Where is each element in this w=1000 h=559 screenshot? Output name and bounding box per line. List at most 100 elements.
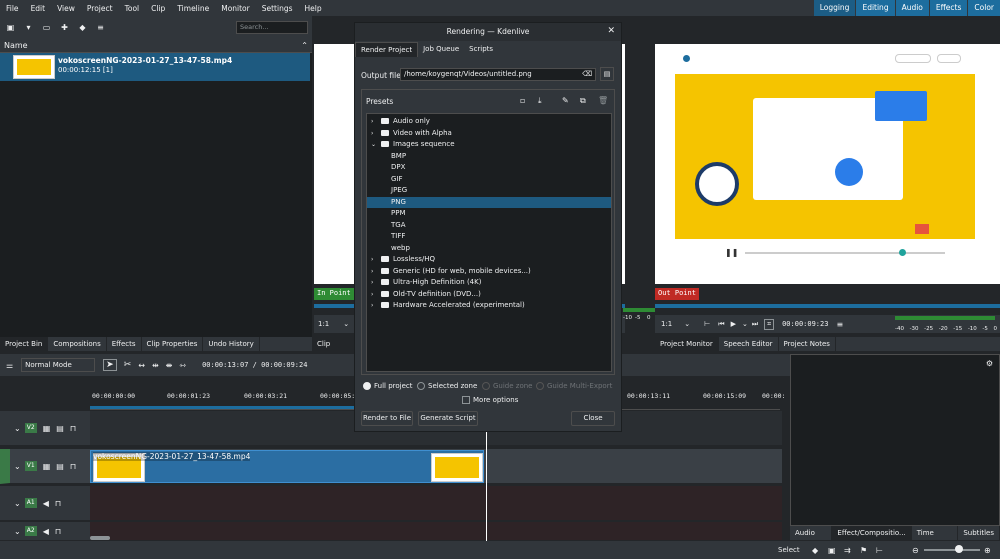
generate-script-button[interactable]: Generate Script [418, 411, 478, 426]
chevron-right-icon[interactable]: › [371, 277, 379, 288]
chevron-right-icon[interactable]: › [371, 128, 379, 139]
preset-item[interactable]: JPEG [367, 185, 611, 196]
spacer-icon[interactable]: ↔ [138, 361, 145, 370]
chevron-right-icon[interactable]: › [371, 289, 379, 300]
menu-help[interactable]: Help [305, 4, 322, 13]
zoom-slider[interactable] [924, 549, 980, 551]
chevron-right-icon[interactable]: › [371, 116, 379, 127]
preset-item[interactable]: DPX [367, 162, 611, 173]
track-a1[interactable] [90, 486, 782, 521]
eye-icon[interactable]: ▦ [43, 462, 51, 471]
film-icon[interactable]: ▤ [56, 424, 64, 433]
preset-folder[interactable]: ⌄ Images sequence [367, 139, 611, 150]
tab-project-monitor[interactable]: Project Monitor [655, 337, 719, 351]
menu-file[interactable]: File [6, 4, 19, 13]
close-icon[interactable]: ✕ [607, 26, 615, 36]
tab-scripts[interactable]: Scripts [464, 42, 498, 57]
preset-folder[interactable]: › Audio only [367, 116, 611, 127]
clip-zoom[interactable]: 1:1 [318, 320, 329, 328]
chevron-down-icon[interactable]: ⌄ [343, 320, 349, 328]
tag-icon[interactable]: ◆ [812, 546, 818, 555]
preset-folder[interactable]: › Ultra-High Definition (4K) [367, 277, 611, 288]
project-zoom[interactable]: 1:1 [661, 320, 672, 328]
menu-tool[interactable]: Tool [125, 4, 140, 13]
edit-mode-select[interactable]: Normal Mode [21, 358, 96, 372]
menu-icon[interactable]: ≡ [94, 21, 107, 34]
new-preset-icon[interactable]: ▫ [520, 96, 525, 105]
slide-icon[interactable]: ⇿ [179, 361, 186, 370]
clear-icon[interactable]: ⌫ [582, 69, 592, 80]
fit-icon[interactable]: ⊢ [876, 546, 883, 555]
menu-view[interactable]: View [57, 4, 75, 13]
tab-clip-monitor[interactable]: Clip Monitor [312, 337, 357, 362]
tab-effect-composition[interactable]: Effect/Compositio... [832, 526, 912, 540]
range-full[interactable]: Full project [363, 382, 413, 390]
tab-time-remap[interactable]: Time Rem... [912, 526, 959, 551]
menu-clip[interactable]: Clip [151, 4, 165, 13]
preset-item[interactable]: webp [367, 243, 611, 254]
slip-icon[interactable]: ⇼ [166, 361, 173, 370]
menu-timeline[interactable]: Timeline [177, 4, 209, 13]
close-button[interactable]: Close [571, 411, 615, 426]
speaker-icon[interactable]: ◀ [43, 527, 49, 536]
timeline-clip[interactable]: vokoscreenNG-2023-01-27_13-47-58.mp4 [90, 450, 484, 483]
tab-clip-properties[interactable]: Clip Properties [142, 337, 204, 351]
film-icon[interactable]: ▤ [56, 462, 64, 471]
preset-item[interactable]: PNG [367, 196, 611, 208]
chevron-down-icon[interactable]: ⌄ [14, 424, 21, 433]
preset-item[interactable]: BMP [367, 151, 611, 162]
add-clip-icon[interactable]: ✚ [58, 21, 71, 34]
layout-color[interactable]: Color [968, 0, 1000, 16]
chevron-down-icon[interactable]: ⌄ [14, 527, 21, 536]
browse-file-button[interactable]: ▤ [600, 67, 614, 81]
settings-icon[interactable]: ⚙ [986, 359, 993, 368]
preset-folder[interactable]: › Lossless/HQ [367, 254, 611, 265]
more-options-checkbox[interactable]: More options [462, 396, 518, 404]
chevron-down-icon[interactable]: ▾ [22, 21, 35, 34]
razor-icon[interactable]: ✂ [124, 360, 132, 370]
lock-icon[interactable]: ⊓ [55, 527, 61, 536]
ripple-icon[interactable]: ⇹ [152, 361, 159, 370]
preset-item[interactable]: GIF [367, 174, 611, 185]
tab-undo-history[interactable]: Undo History [203, 337, 260, 351]
speaker-icon[interactable]: ◀ [43, 499, 49, 508]
tab-render-project[interactable]: Render Project [355, 42, 419, 57]
crop-icon[interactable]: ⌗ [764, 318, 775, 330]
menu-monitor[interactable]: Monitor [221, 4, 250, 13]
lock-icon[interactable]: ⊓ [70, 462, 76, 471]
zoom-slider-handle[interactable] [955, 545, 963, 553]
tab-project-bin[interactable]: Project Bin [0, 337, 49, 351]
chevron-up-icon[interactable]: ⌃ [301, 41, 308, 50]
sliders-icon[interactable]: ⚌ [6, 361, 13, 370]
play-icon[interactable]: ▶ [731, 320, 736, 328]
select-tool-icon[interactable]: ➤ [103, 359, 117, 371]
bin-search-input[interactable]: Search... [236, 21, 308, 34]
track-v1[interactable]: vokoscreenNG-2023-01-27_13-47-58.mp4 [90, 449, 782, 484]
tab-subtitles[interactable]: Subtitles [958, 526, 1000, 540]
preset-folder[interactable]: › Old-TV definition (DVD...) [367, 289, 611, 300]
layout-audio[interactable]: Audio [895, 0, 929, 16]
chevron-down-icon[interactable]: ⌄ [742, 320, 748, 328]
rewind-icon[interactable]: ⏮ [718, 320, 724, 329]
preset-item[interactable]: TIFF [367, 231, 611, 242]
tab-speech-editor[interactable]: Speech Editor [719, 337, 779, 351]
bin-clip-item[interactable]: vokoscreenNG-2023-01-27_13-47-58.mp4 00:… [0, 53, 310, 81]
folder-add-icon[interactable]: ▭ [40, 21, 53, 34]
tab-audio-mixer[interactable]: Audio Mi... [790, 526, 833, 551]
lock-icon[interactable]: ⊓ [55, 499, 61, 508]
preset-folder[interactable]: › Generic (HD for web, mobile devices...) [367, 266, 611, 277]
lock-icon[interactable]: ⊓ [70, 424, 76, 433]
zoom-out-icon[interactable]: ⊖ [912, 546, 919, 555]
track-a2[interactable] [90, 522, 782, 541]
chevron-down-icon[interactable]: ⌄ [14, 499, 21, 508]
chevron-down-icon[interactable]: ⌄ [684, 320, 690, 328]
project-monitor-ruler[interactable] [655, 304, 1000, 308]
view-icon[interactable]: ▣ [4, 21, 17, 34]
timeline-scrollbar[interactable] [90, 536, 110, 540]
preset-item[interactable]: PPM [367, 208, 611, 219]
tag-icon[interactable]: ◆ [76, 21, 89, 34]
layout-logging[interactable]: Logging [813, 0, 856, 16]
edit-icon[interactable]: ✎ [562, 96, 569, 105]
snap-icon[interactable]: ⇉ [844, 546, 851, 555]
copy-icon[interactable]: ⧉ [580, 96, 586, 106]
